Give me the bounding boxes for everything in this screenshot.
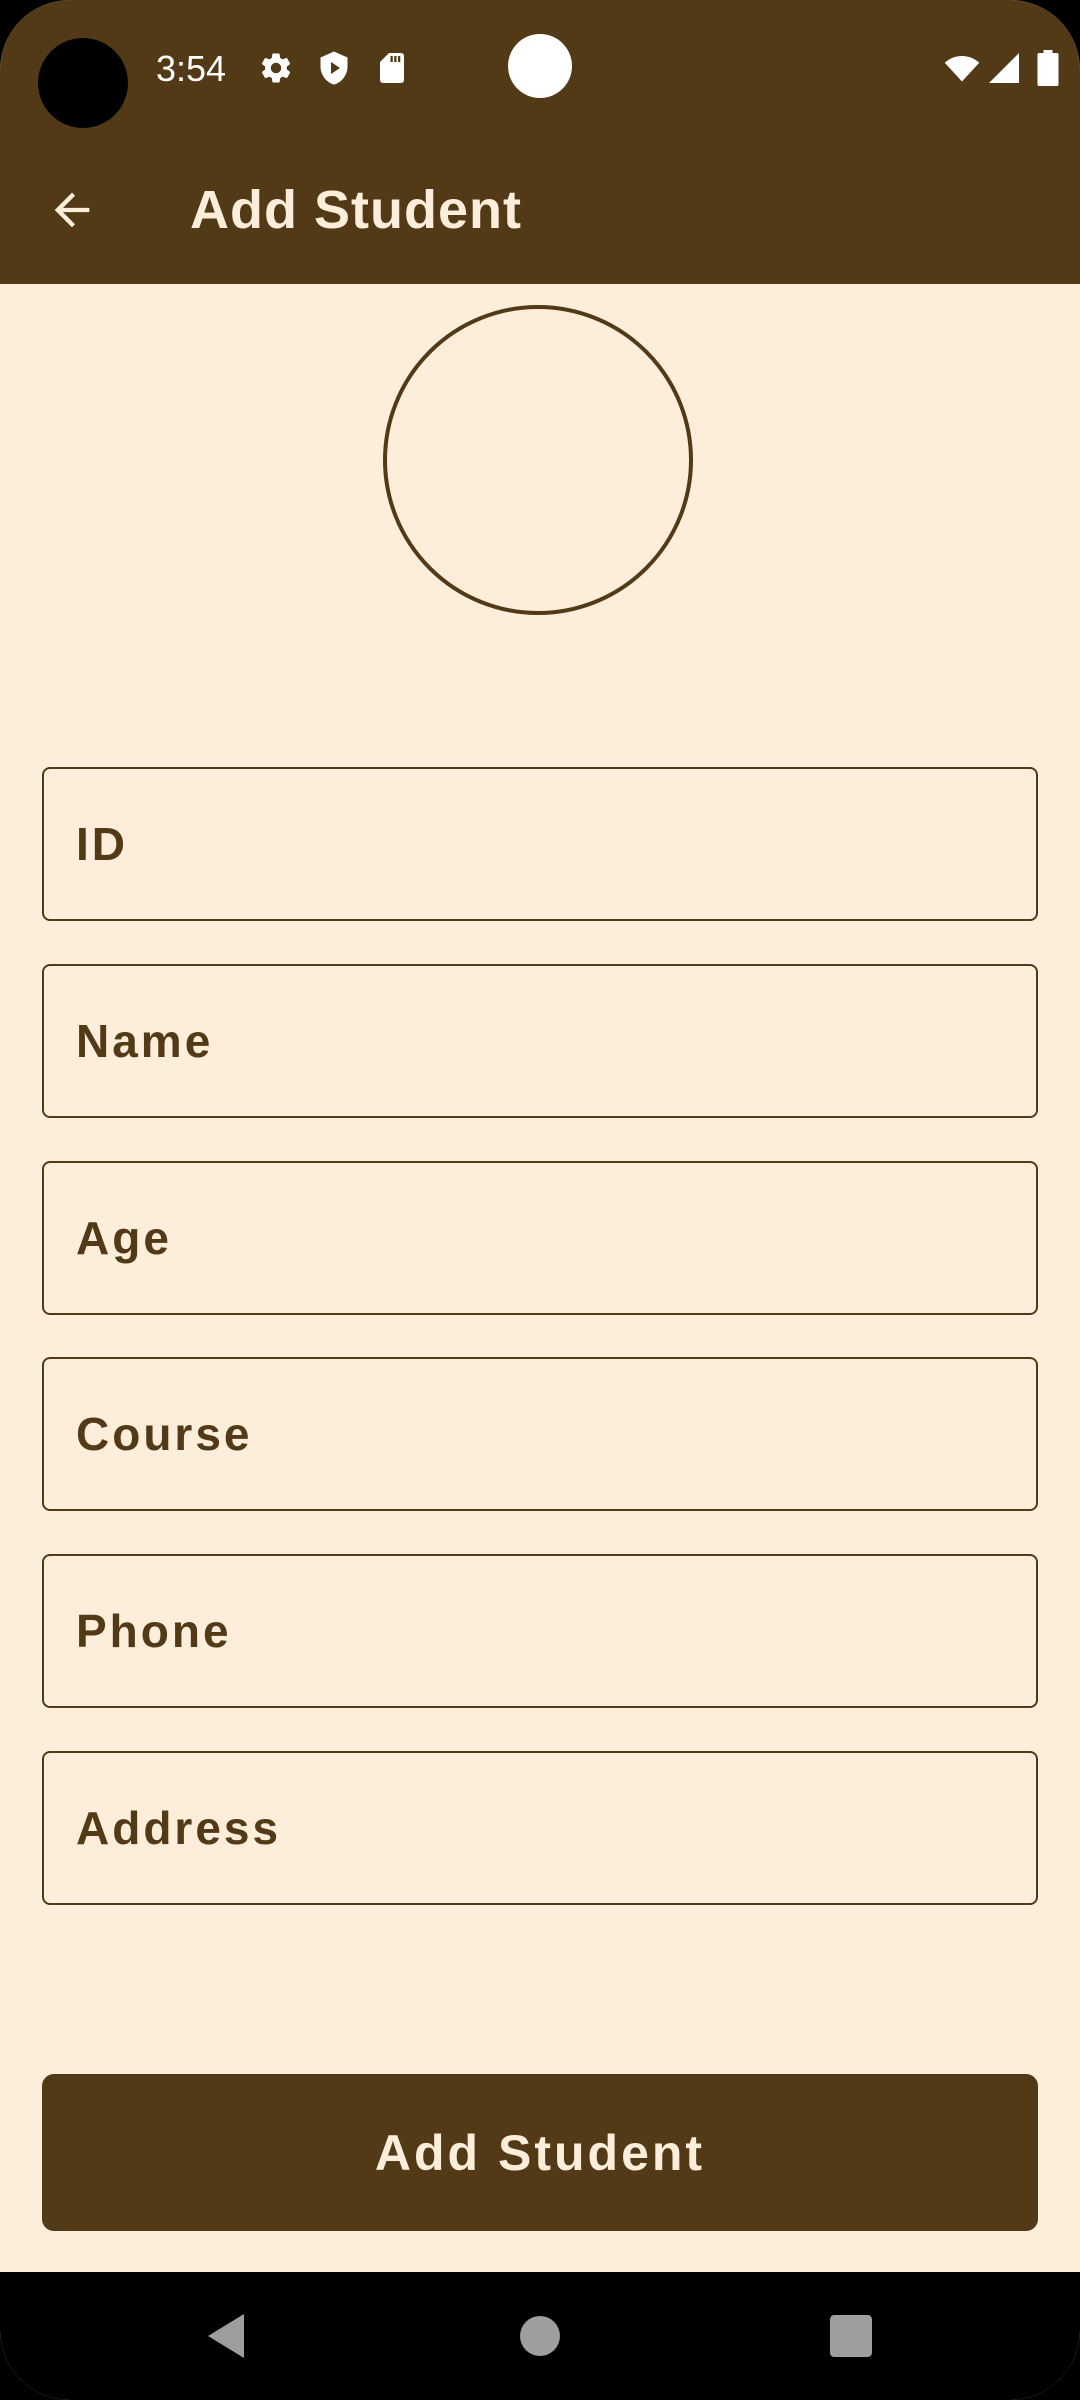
name-field-container <box>42 964 1038 1118</box>
nav-home-button[interactable] <box>500 2296 580 2376</box>
gear-icon <box>261 53 291 83</box>
phone-field-container <box>42 1554 1038 1708</box>
age-field-container <box>42 1161 1038 1315</box>
sd-card-icon <box>380 53 404 83</box>
course-field-container <box>42 1357 1038 1511</box>
shield-play-icon <box>320 51 348 85</box>
id-field-container <box>42 767 1038 921</box>
status-time: 3:54 <box>156 48 227 89</box>
battery-icon <box>1037 50 1059 86</box>
nav-back-button[interactable] <box>186 2296 266 2376</box>
back-triangle-icon <box>208 2314 244 2358</box>
camera-cutout <box>38 38 128 128</box>
page-title: Add Student <box>190 180 522 240</box>
arrow-back-icon <box>54 192 90 228</box>
address-field-container <box>42 1751 1038 1905</box>
wifi-icon <box>944 56 980 82</box>
age-field[interactable] <box>44 1163 1036 1313</box>
nav-recents-button[interactable] <box>811 2296 891 2376</box>
recents-square-icon <box>830 2315 872 2357</box>
status-bar: 3:54 <box>0 0 1080 136</box>
app-bar: Add Student <box>0 136 1080 284</box>
notification-dot <box>508 34 572 98</box>
signal-icon <box>989 53 1019 83</box>
phone-field[interactable] <box>44 1556 1036 1706</box>
back-button[interactable] <box>28 166 116 254</box>
home-circle-icon <box>520 2316 560 2356</box>
address-field[interactable] <box>44 1753 1036 1903</box>
add-student-button[interactable]: Add Student <box>42 2074 1038 2231</box>
phone-screen: 3:54 Add Student ID Name Age Course Phon… <box>0 0 1080 2400</box>
name-field[interactable] <box>44 966 1036 1116</box>
id-field[interactable] <box>44 769 1036 919</box>
course-field[interactable] <box>44 1359 1036 1509</box>
avatar-image-picker[interactable] <box>383 305 693 615</box>
navigation-bar <box>0 2272 1080 2400</box>
